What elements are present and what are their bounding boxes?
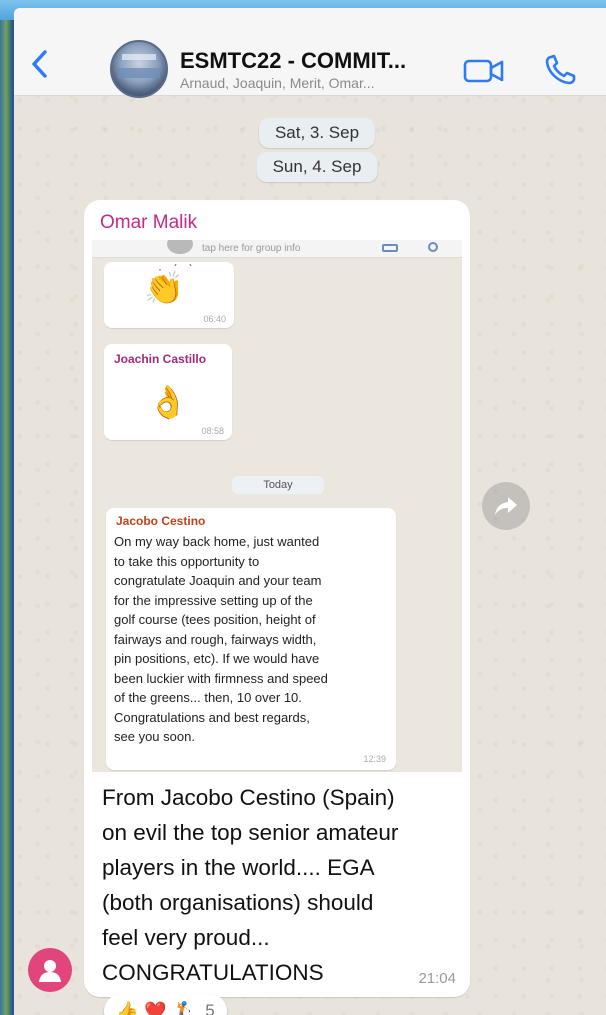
embedded-video-icon (382, 244, 398, 252)
voice-call-button[interactable] (542, 52, 582, 88)
chevron-left-icon (32, 50, 47, 78)
reaction-count: 5 (205, 1001, 215, 1015)
forward-button[interactable] (482, 482, 530, 530)
forward-arrow-icon (495, 497, 517, 515)
embedded-message-clap: · ˊ ˋ 👏 06:40 (104, 262, 234, 328)
chat-header: ESMTC22 - COMMIT... Arnaud, Joaquin, Mer… (14, 8, 606, 98)
sender-avatar[interactable] (28, 948, 72, 992)
message-bubble[interactable]: Omar Malik tap here for group info · ˊ ˋ… (84, 200, 470, 997)
golfer-icon: 🏌 (172, 1000, 196, 1015)
thumbs-up-icon: 👍 (116, 1000, 139, 1015)
group-title[interactable]: ESMTC22 - COMMIT... (180, 48, 460, 74)
back-button[interactable] (24, 46, 54, 82)
embedded-header-tip: tap here for group info (202, 243, 301, 254)
video-camera-icon (463, 59, 504, 83)
message-time: 21:04 (418, 970, 456, 987)
date-separator: Sat, 3. Sep (258, 118, 376, 148)
embedded-screenshot[interactable]: tap here for group info · ˊ ˋ 👏 06:40 Jo… (92, 240, 462, 772)
embedded-phone-icon (428, 242, 438, 252)
embedded-quote-text: On my way back home, just wanted to take… (114, 534, 328, 744)
chat-screen: ESMTC22 - COMMIT... Arnaud, Joaquin, Mer… (14, 8, 606, 1015)
embedded-time: 06:40 (203, 314, 226, 324)
group-avatar[interactable] (110, 40, 168, 98)
embedded-time: 12:39 (363, 754, 386, 764)
message-text: From Jacobo Cestino (Spain) on evil the … (102, 785, 399, 985)
video-call-button[interactable] (462, 56, 506, 86)
reactions-bar[interactable]: 👍 ❤️ 🏌 5 (104, 994, 227, 1015)
date-separator: Sun, 4. Sep (256, 152, 378, 182)
phone-icon (545, 54, 576, 85)
group-members[interactable]: Arnaud, Joaquin, Merit, Omar... (180, 75, 450, 91)
embedded-sender: Joachin Castillo (114, 352, 207, 366)
embedded-date-separator: Today (232, 476, 324, 494)
message-sender[interactable]: Omar Malik (100, 212, 197, 234)
embedded-message-quote: Jacobo Cestino On my way back home, just… (106, 508, 396, 770)
embedded-header: tap here for group info (92, 240, 462, 258)
person-icon (39, 960, 61, 982)
heart-icon: ❤️ (144, 1000, 167, 1015)
embedded-message-ok: Joachin Castillo 👌 08:58 (104, 344, 232, 440)
clapping-hands-icon: 👏 (144, 270, 184, 306)
ok-hand-icon: 👌 (148, 384, 188, 420)
embedded-sender: Jacobo Cestino (116, 514, 206, 528)
embedded-time: 08:58 (201, 426, 224, 436)
